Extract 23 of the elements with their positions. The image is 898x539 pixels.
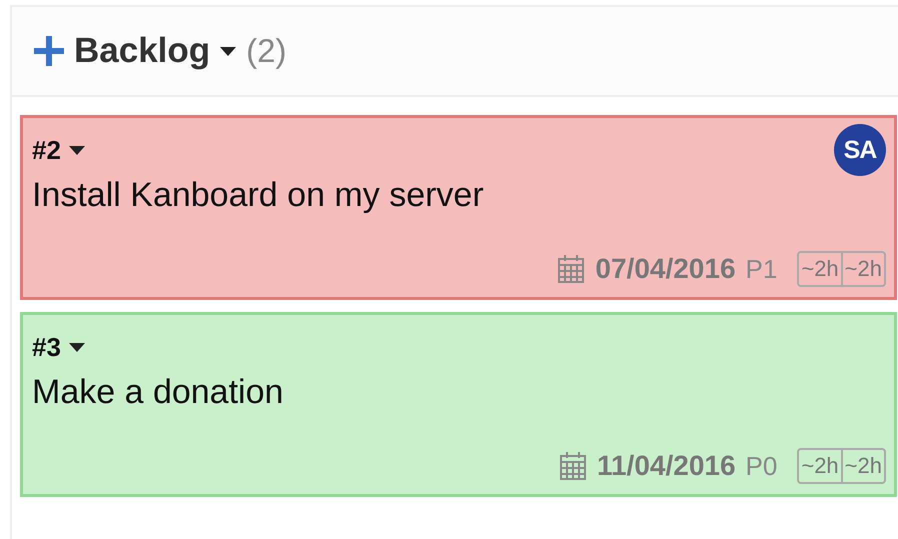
due-date: 11/04/2016	[596, 450, 736, 482]
task-count: (2)	[246, 32, 286, 70]
calendar-icon	[557, 254, 586, 284]
time-estimated: ~2h	[800, 255, 840, 283]
due-date: 07/04/2016	[595, 253, 736, 285]
plus-icon[interactable]	[34, 36, 64, 66]
caret-icon[interactable]	[220, 46, 236, 56]
caret-icon[interactable]	[68, 342, 85, 352]
time-estimated: ~2h	[800, 452, 840, 480]
avatar: SA	[834, 124, 886, 176]
column-title[interactable]: Backlog	[74, 31, 210, 71]
priority: P0	[746, 450, 778, 482]
task-card[interactable]: #3 Make a donation 11/04/2016 P0 ~2h ~2h	[20, 312, 897, 497]
task-title[interactable]: Install Kanboard on my server	[32, 176, 886, 215]
calendar-icon	[558, 451, 587, 481]
time-spent: ~2h	[840, 253, 884, 285]
priority: P1	[746, 254, 778, 284]
time-spent: ~2h	[840, 450, 884, 482]
caret-icon[interactable]	[68, 146, 85, 154]
task-id[interactable]: #3	[32, 332, 61, 362]
task-card[interactable]: #2 SA Install Kanboard on my server 07/04/2016 P1 ~2h ~2h	[20, 115, 897, 300]
task-id[interactable]: #2	[32, 134, 61, 166]
task-title[interactable]: Make a donation	[32, 373, 886, 412]
